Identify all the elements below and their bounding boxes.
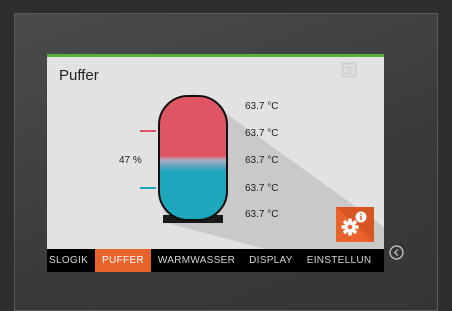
temperature-sensor-1: 63.7 °C [245, 101, 279, 112]
display-screen: Puffer 47 % 63.7 °C 63.7 °C 63.7 °C 63.7… [47, 54, 384, 272]
cold-pipe [140, 187, 156, 189]
temperature-sensor-3: 63.7 °C [245, 155, 279, 166]
hot-pipe [140, 130, 156, 132]
tab-warmwasser[interactable]: WARMWASSER [151, 249, 242, 272]
temperature-sensor-2: 63.7 °C [245, 128, 279, 139]
tab-einstellungen[interactable]: EINSTELLUN [300, 249, 379, 272]
temperature-sensor-4: 63.7 °C [245, 183, 279, 194]
tab-display[interactable]: DISPLAY [242, 249, 300, 272]
settings-button[interactable] [336, 207, 374, 242]
gear-with-info-badge-icon [336, 207, 374, 242]
tab-bar: SLOGIK PUFFER WARMWASSER DISPLAY EINSTEL… [47, 249, 384, 272]
buffer-tank [158, 95, 228, 221]
tab-puffer[interactable]: PUFFER [95, 249, 151, 272]
menu-button[interactable] [341, 62, 357, 78]
page-title: Puffer [59, 67, 99, 84]
tab-slogik[interactable]: SLOGIK [47, 249, 95, 272]
buffer-panel: Puffer 47 % 63.7 °C 63.7 °C 63.7 °C 63.7… [47, 54, 384, 249]
temperature-sensor-5: 63.7 °C [245, 209, 279, 220]
back-button[interactable] [389, 245, 404, 260]
fill-percentage: 47 % [119, 155, 142, 166]
menu-icon [341, 62, 357, 78]
back-circle-icon [389, 245, 404, 260]
